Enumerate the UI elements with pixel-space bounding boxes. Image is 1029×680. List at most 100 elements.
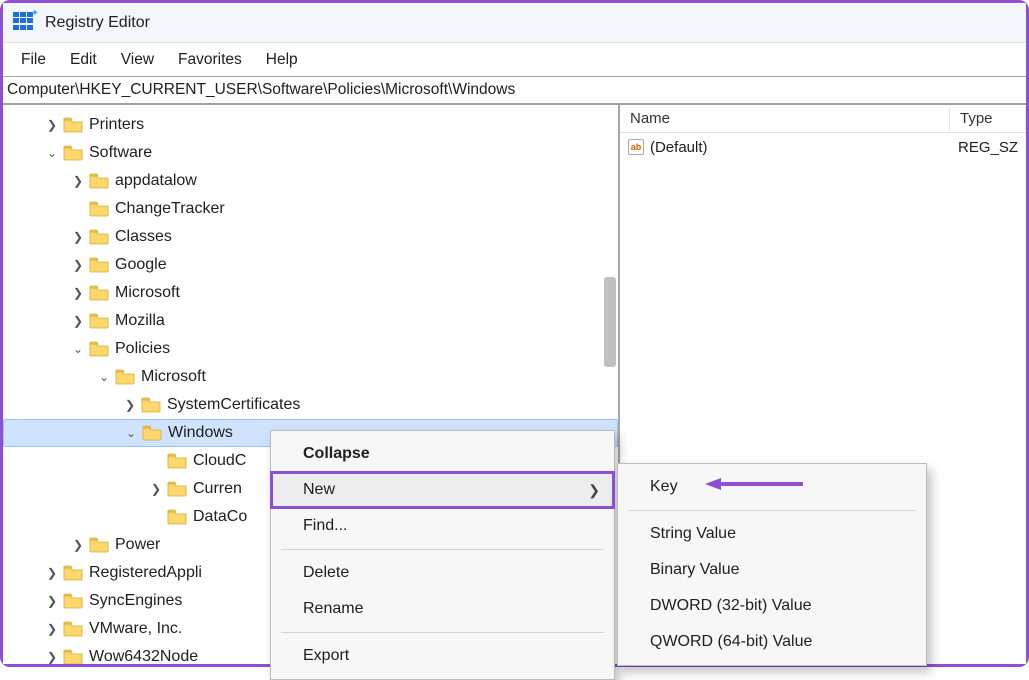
submenu-arrow-icon: ❯: [588, 482, 600, 499]
folder-icon: [63, 621, 83, 637]
folder-icon: [63, 649, 83, 664]
context-item-delete[interactable]: Delete: [271, 555, 614, 591]
tree-toggle-icon[interactable]: ⌄: [43, 146, 61, 160]
tree-item[interactable]: ⌄ Software: [3, 139, 618, 167]
tree-item[interactable]: ❯Mozilla: [3, 307, 618, 335]
list-row[interactable]: (Default) REG_SZ: [620, 133, 1026, 161]
context-item-key[interactable]: Key: [618, 469, 926, 505]
folder-icon: [63, 145, 83, 161]
folder-icon: [115, 369, 135, 385]
tree-item[interactable]: · ChangeTracker: [3, 195, 618, 223]
scrollbar-thumb[interactable]: [604, 277, 616, 367]
tree-toggle-icon[interactable]: ❯: [69, 230, 87, 244]
folder-icon: [167, 453, 187, 469]
context-item-string-value[interactable]: String Value: [618, 516, 926, 552]
tree-label: Classes: [115, 228, 172, 246]
tree-item[interactable]: ❯ Classes: [3, 223, 618, 251]
context-item-export[interactable]: Export: [271, 638, 614, 674]
tree-toggle-icon[interactable]: ⌄: [69, 342, 87, 356]
menu-file[interactable]: File: [9, 47, 58, 73]
tree-label: Wow6432Node: [89, 648, 198, 664]
tree-toggle-icon[interactable]: ❯: [69, 258, 87, 272]
context-item-new[interactable]: New❯: [271, 472, 614, 508]
context-item-qword-64-bit-value[interactable]: QWORD (64-bit) Value: [618, 624, 926, 660]
context-item-dword-32-bit-value[interactable]: DWORD (32-bit) Value: [618, 588, 926, 624]
tree-item[interactable]: ❯ Printers: [3, 111, 618, 139]
tree-toggle-icon[interactable]: ❯: [121, 398, 139, 412]
tree-toggle-icon[interactable]: ❯: [69, 174, 87, 188]
tree-label: CloudC: [193, 452, 246, 470]
regedit-icon: ✦: [13, 12, 35, 34]
tree-item[interactable]: ❯ appdatalow: [3, 167, 618, 195]
folder-icon: [89, 537, 109, 553]
tree-label: Microsoft: [141, 368, 206, 386]
tree-toggle-icon[interactable]: ❯: [147, 482, 165, 496]
tree-toggle-icon: ·: [69, 202, 87, 216]
folder-icon: [89, 229, 109, 245]
value-type: REG_SZ: [950, 137, 1026, 158]
folder-icon: [89, 173, 109, 189]
context-item-collapse[interactable]: Collapse: [271, 436, 614, 472]
list-header: Name Type: [620, 105, 1026, 133]
folder-icon: [89, 201, 109, 217]
tree-label: RegisteredAppli: [89, 564, 202, 582]
tree-label: ChangeTracker: [115, 200, 225, 218]
context-item-binary-value[interactable]: Binary Value: [618, 552, 926, 588]
tree-toggle-icon[interactable]: ❯: [43, 594, 61, 608]
context-item-rename[interactable]: Rename: [271, 591, 614, 627]
folder-icon: [89, 313, 109, 329]
tree-item[interactable]: ⌄ Microsoft: [3, 363, 618, 391]
folder-icon: [63, 593, 83, 609]
tree-toggle-icon[interactable]: ⌄: [122, 426, 140, 440]
menu-favorites[interactable]: Favorites: [166, 47, 254, 73]
context-item-find[interactable]: Find...: [271, 508, 614, 544]
folder-icon: [63, 117, 83, 133]
folder-icon: [89, 257, 109, 273]
address-text: Computer\HKEY_CURRENT_USER\Software\Poli…: [7, 81, 515, 99]
column-name[interactable]: Name: [620, 107, 950, 130]
folder-icon: [141, 397, 161, 413]
tree-label: SystemCertificates: [167, 396, 300, 414]
tree-label: Printers: [89, 116, 144, 134]
tree-label: appdatalow: [115, 172, 197, 190]
menubar: File Edit View Favorites Help: [3, 43, 1026, 77]
tree-toggle-icon[interactable]: ❯: [69, 538, 87, 552]
tree-toggle-icon[interactable]: ❯: [43, 650, 61, 664]
value-name: (Default): [650, 139, 708, 156]
menu-view[interactable]: View: [109, 47, 166, 73]
address-bar[interactable]: Computer\HKEY_CURRENT_USER\Software\Poli…: [3, 77, 1026, 105]
folder-icon: [89, 341, 109, 357]
tree-toggle-icon[interactable]: ❯: [43, 118, 61, 132]
window-title: Registry Editor: [45, 14, 150, 32]
tree-label: Power: [115, 536, 160, 554]
content-area: ❯Printers⌄Software❯appdatalow·ChangeTrac…: [3, 105, 1026, 664]
tree-toggle-icon[interactable]: ❯: [69, 286, 87, 300]
tree-item[interactable]: ❯ SystemCertificates: [3, 391, 618, 419]
tree-label: Curren: [193, 480, 242, 498]
tree-toggle-icon[interactable]: ❯: [69, 314, 87, 328]
tree-toggle-icon[interactable]: ❯: [43, 566, 61, 580]
string-value-icon: [628, 139, 644, 155]
tree-item[interactable]: ❯ Microsoft: [3, 279, 618, 307]
tree-toggle-icon: ·: [147, 454, 165, 468]
folder-icon: [167, 481, 187, 497]
menu-separator: [281, 549, 604, 550]
folder-icon: [63, 565, 83, 581]
tree-label: Microsoft: [115, 284, 180, 302]
context-submenu-new: Key String ValueBinary ValueDWORD (32-bit…: [617, 463, 927, 666]
tree-label: Software: [89, 144, 152, 162]
column-type[interactable]: Type: [950, 107, 1026, 130]
tree-toggle-icon[interactable]: ⌄: [95, 370, 113, 384]
tree-item[interactable]: ❯Google: [3, 251, 618, 279]
menu-separator: [281, 632, 604, 633]
menu-separator: [628, 510, 916, 511]
tree-label: DataCo: [193, 508, 247, 526]
menu-edit[interactable]: Edit: [58, 47, 109, 73]
folder-icon: [142, 425, 162, 441]
tree-toggle-icon[interactable]: ❯: [43, 622, 61, 636]
tree-item[interactable]: ⌄Policies: [3, 335, 618, 363]
tree-label: SyncEngines: [89, 592, 182, 610]
tree-toggle-icon: ·: [147, 510, 165, 524]
menu-help[interactable]: Help: [254, 47, 310, 73]
titlebar: ✦ Registry Editor: [3, 3, 1026, 43]
